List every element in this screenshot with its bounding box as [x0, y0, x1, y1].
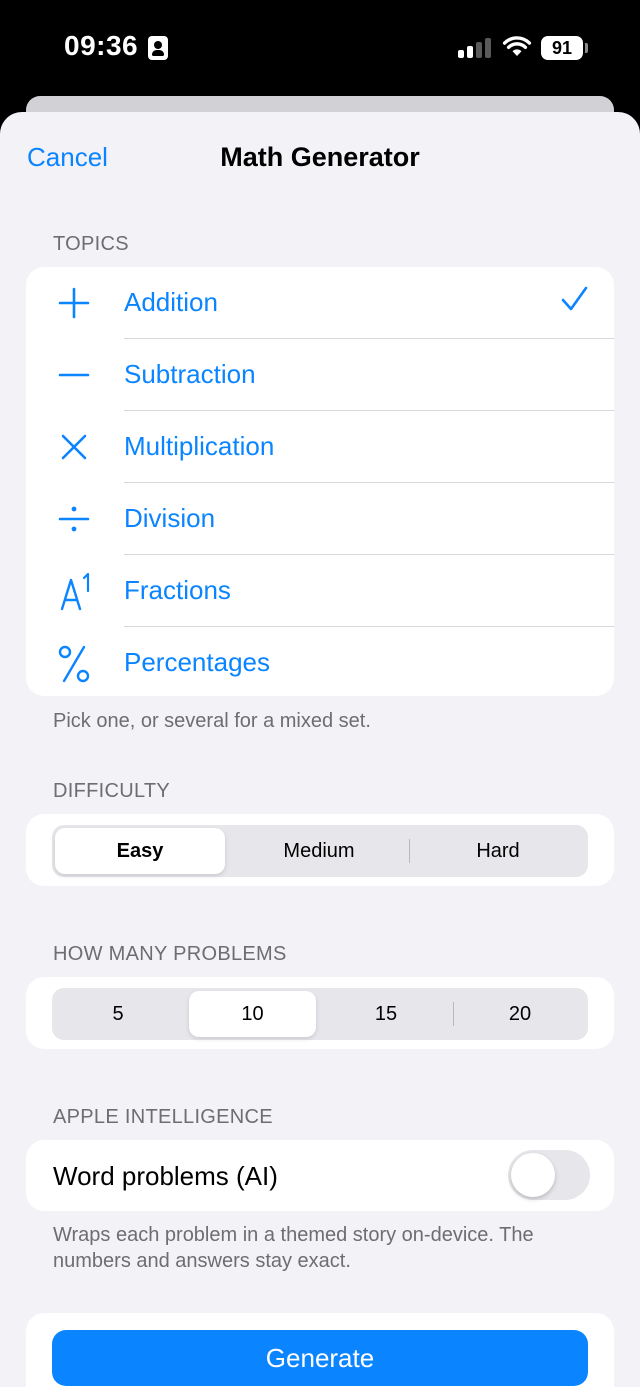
difficulty-option-hard[interactable]: Hard	[411, 828, 585, 874]
word-problems-toggle[interactable]	[508, 1150, 590, 1200]
count-option-5[interactable]: 5	[55, 991, 181, 1037]
count-option-15[interactable]: 15	[322, 991, 450, 1037]
math-generator-sheet: Math Generator Cancel TOPICS Addition Su…	[0, 112, 640, 1387]
topic-row-percentages[interactable]: Percentages	[26, 627, 614, 699]
topic-row-addition[interactable]: Addition	[26, 267, 614, 339]
minus-icon	[58, 373, 90, 377]
topic-row-subtraction[interactable]: Subtraction	[26, 339, 614, 411]
cancel-button[interactable]: Cancel	[27, 142, 108, 173]
problem-count-header: HOW MANY PROBLEMS	[53, 943, 287, 965]
difficulty-segmented-control: Easy Medium Hard	[52, 825, 588, 877]
topic-row-division[interactable]: Division	[26, 483, 614, 555]
plus-icon	[58, 287, 90, 319]
word-problems-row: Word problems (AI)	[26, 1140, 614, 1211]
cellular-signal-icon	[458, 38, 492, 58]
checkmark-icon	[561, 286, 588, 311]
toggle-knob	[511, 1153, 555, 1197]
topic-label: Subtraction	[124, 359, 256, 389]
id-card-icon	[148, 36, 168, 60]
topic-label: Division	[124, 503, 216, 533]
divide-icon	[58, 506, 90, 532]
superscript-icon	[60, 572, 90, 611]
difficulty-header: DIFFICULTY	[53, 780, 171, 802]
count-option-20[interactable]: 20	[455, 991, 585, 1037]
battery-level: 91	[541, 36, 583, 60]
status-bar: 09:36 91	[0, 0, 640, 96]
topic-row-fractions[interactable]: Fractions	[26, 555, 614, 627]
apple-intelligence-header: APPLE INTELLIGENCE	[53, 1106, 273, 1128]
generate-card: Generate	[26, 1313, 614, 1387]
topics-header: TOPICS	[53, 233, 129, 255]
multiply-icon	[61, 434, 87, 460]
battery-tip	[585, 43, 588, 53]
topic-label: Percentages	[124, 647, 270, 677]
topic-label: Fractions	[124, 575, 231, 605]
difficulty-option-easy[interactable]: Easy	[55, 828, 225, 874]
generate-button[interactable]: Generate	[52, 1330, 588, 1386]
status-time: 09:36	[64, 30, 139, 61]
apple-intelligence-footer: Wraps each problem in a themed story on-…	[53, 1224, 534, 1272]
problem-count-card: 5 10 15 20	[26, 977, 614, 1049]
topics-footer: Pick one, or several for a mixed set.	[53, 710, 371, 732]
topic-row-multiplication[interactable]: Multiplication	[26, 411, 614, 483]
count-option-10[interactable]: 10	[189, 991, 316, 1037]
problem-count-segmented-control: 5 10 15 20	[52, 988, 588, 1040]
percent-icon	[58, 645, 90, 683]
topic-label: Multiplication	[124, 431, 275, 461]
topics-list: Addition Subtraction Multiplication Divi…	[26, 267, 614, 696]
segment-divider	[409, 839, 410, 863]
topic-label: Addition	[124, 287, 218, 317]
difficulty-card: Easy Medium Hard	[26, 814, 614, 886]
difficulty-option-medium[interactable]: Medium	[230, 828, 408, 874]
word-problems-label: Word problems (AI)	[53, 1161, 278, 1191]
wifi-icon	[502, 36, 532, 56]
segment-divider	[453, 1002, 454, 1026]
